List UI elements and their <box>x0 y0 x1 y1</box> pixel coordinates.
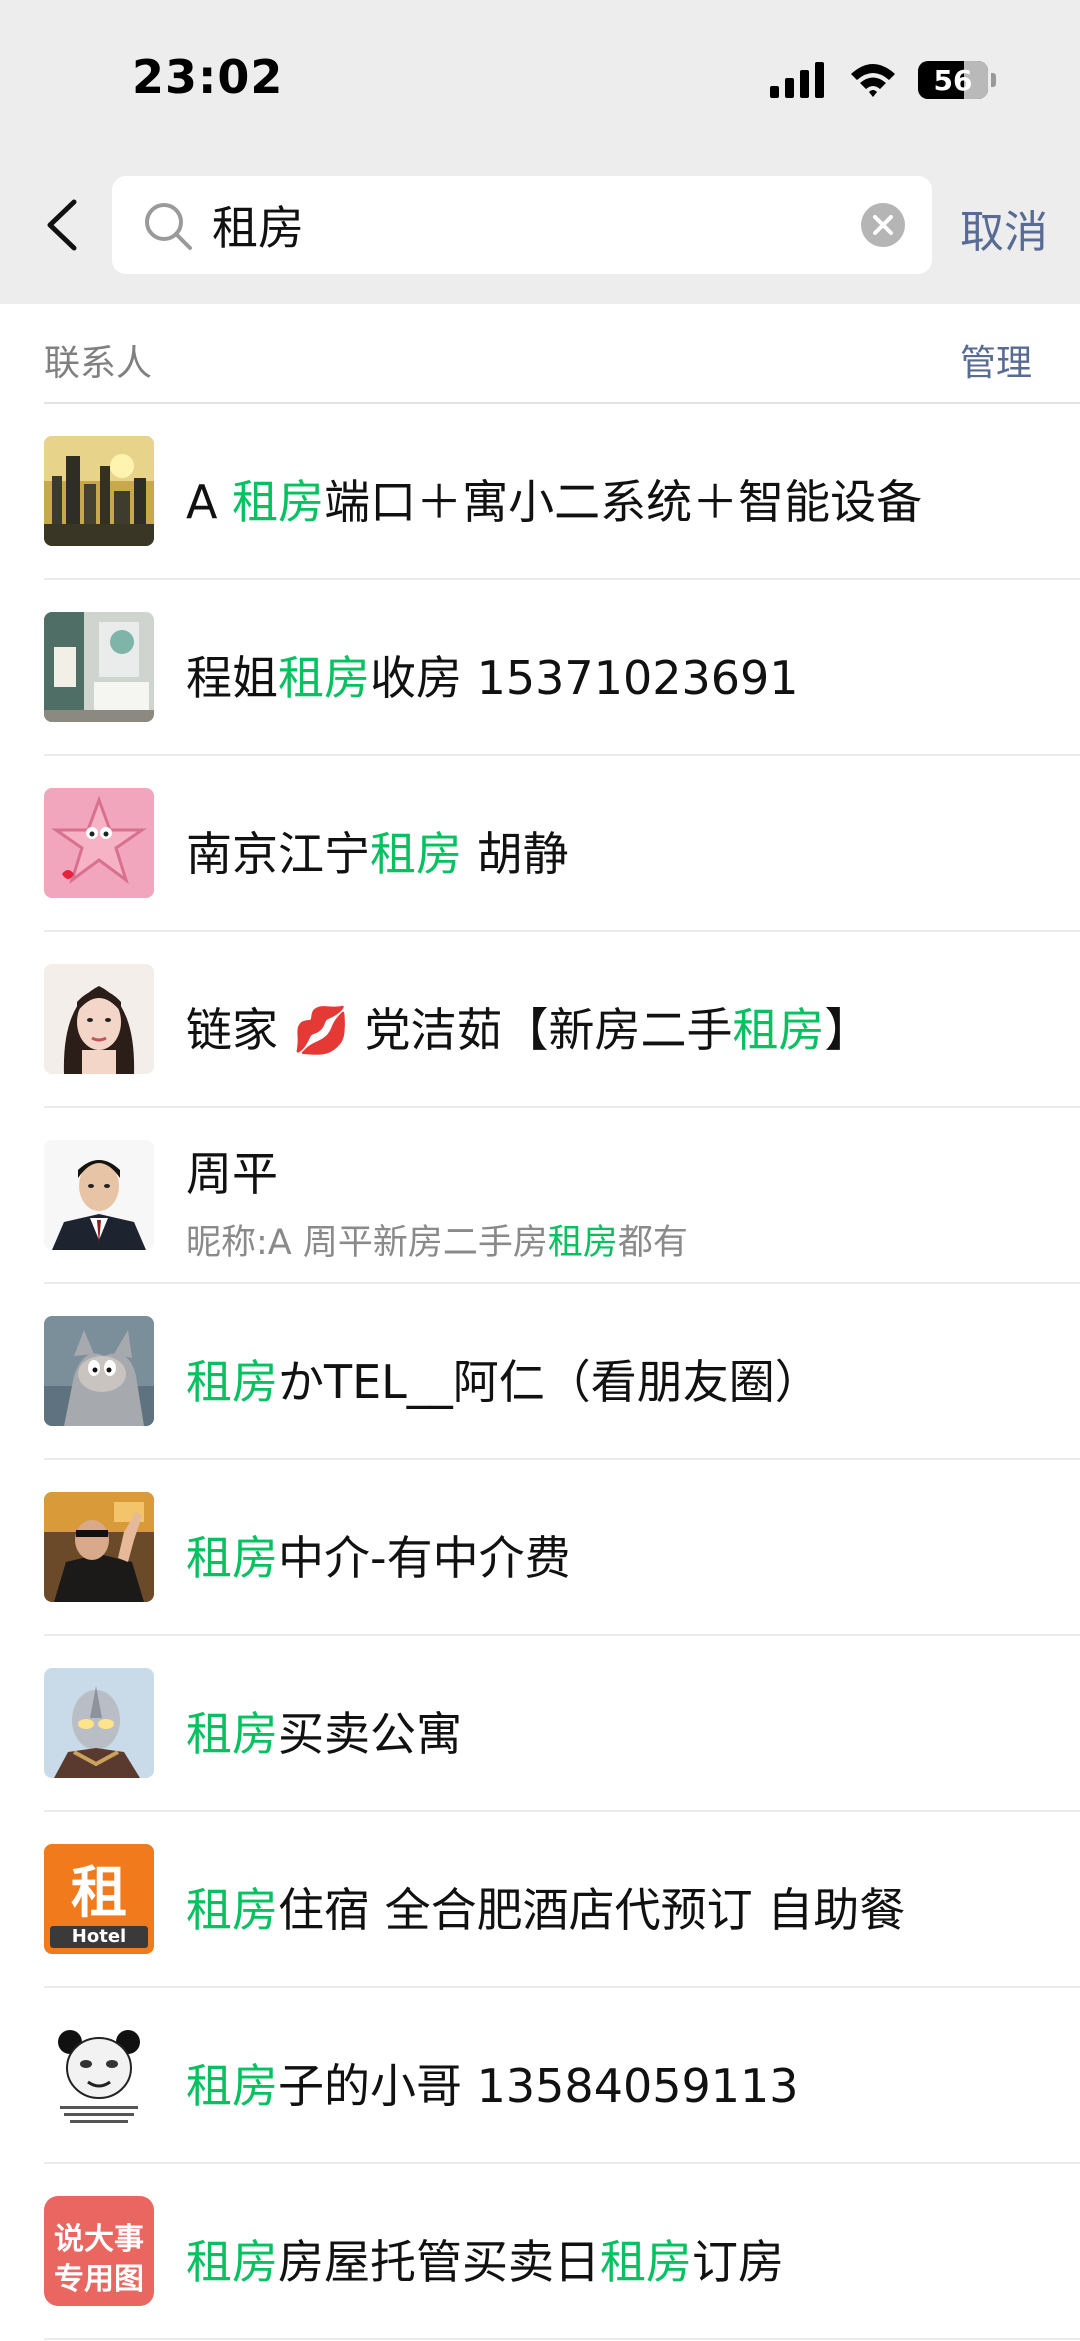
contact-name: 程姐租房收房 15371023691 <box>186 642 1066 708</box>
battery-level: 56 <box>933 63 973 97</box>
highlighted-keyword: 租房 <box>370 827 462 881</box>
name-text: 订房 <box>692 2235 784 2289</box>
name-text: 子的小哥 13584059113 <box>278 2059 799 2113</box>
highlighted-keyword: 租房 <box>732 1003 825 1057</box>
red-text-badge-avatar: 说大事 专用图 <box>44 2196 154 2306</box>
cellular-signal-icon <box>770 62 824 98</box>
avatar-text-line: 专用图 <box>54 2262 144 2297</box>
contact-list-item[interactable]: A 租房端口＋寓小二系统＋智能设备 <box>0 404 1080 580</box>
contact-list-item[interactable]: 租房子的小哥 13584059113 <box>0 1988 1080 2164</box>
cancel-button[interactable]: 取消 <box>960 196 1048 260</box>
name-text: 中介-有中介费 <box>278 1531 571 1585</box>
highlighted-keyword: 租房 <box>186 1355 278 1409</box>
contact-list-item[interactable]: 南京江宁租房 胡静 <box>0 756 1080 932</box>
name-text: 】 <box>824 1003 871 1057</box>
name-text: 程姐 <box>186 651 278 705</box>
top-area: 23:02 56 租房 取消 <box>0 0 1080 304</box>
highlighted-keyword: 租房 <box>232 475 325 529</box>
highlighted-keyword: 租房 <box>547 1223 618 1263</box>
name-text: 都有 <box>617 1223 688 1263</box>
name-text: 端口＋寓小二系统＋智能设备 <box>324 475 923 529</box>
name-text: 昵称:A 周平新房二手房 <box>186 1223 548 1263</box>
contact-list-item[interactable]: 租房かTEL__阿仁（看朋友圈） <box>0 1284 1080 1460</box>
name-text: 房屋托管买卖日 <box>278 2235 600 2289</box>
divider <box>44 2338 1080 2340</box>
highlighted-keyword: 租房 <box>186 1531 278 1585</box>
name-text: 南京江宁 <box>186 827 370 881</box>
contact-list-item[interactable]: 周平昵称:A 周平新房二手房租房都有 <box>0 1108 1080 1284</box>
contact-name: 链家 💋 党洁茹【新房二手租房】 <box>186 994 1066 1060</box>
contact-list-item[interactable]: 租房买卖公寓 <box>0 1636 1080 1812</box>
panda-meme-face-avatar <box>44 2020 154 2130</box>
name-text: 周平 <box>186 1147 278 1201</box>
search-input[interactable] <box>212 176 852 274</box>
city-skyline-photo-avatar <box>44 436 154 546</box>
search-row: 取消 <box>0 176 1080 276</box>
orange-hotel-sign-avatar: 租 Hotel <box>44 1844 154 1954</box>
status-bar: 23:02 56 <box>0 0 1080 160</box>
clear-icon[interactable] <box>860 202 906 248</box>
contact-name: 租房かTEL__阿仁（看朋友圈） <box>186 1346 1066 1412</box>
ultraman-figure-avatar <box>44 1668 154 1778</box>
contact-name: 周平 <box>186 1138 1066 1204</box>
wifi-icon <box>851 64 895 97</box>
contact-list-item[interactable]: 程姐租房收房 15371023691 <box>0 580 1080 756</box>
back-button[interactable] <box>36 190 96 260</box>
contact-list-item[interactable]: 链家 💋 党洁茹【新房二手租房】 <box>0 932 1080 1108</box>
battery-icon: 56 <box>918 61 988 99</box>
room-interior-photo-avatar <box>44 612 154 722</box>
avatar-char: 租 <box>71 1861 127 1926</box>
highlighted-keyword: 租房 <box>278 651 370 705</box>
highlighted-keyword: 租房 <box>186 1883 278 1937</box>
contact-list-item[interactable]: 租房中介-有中介费 <box>0 1460 1080 1636</box>
contact-name: 南京江宁租房 胡静 <box>186 818 1066 884</box>
name-text: かTEL__阿仁（看朋友圈） <box>278 1355 821 1409</box>
pink-cartoon-starfish-avatar <box>44 788 154 898</box>
name-text: 收房 15371023691 <box>370 651 799 705</box>
search-box[interactable] <box>112 176 932 274</box>
highlighted-keyword: 租房 <box>600 2235 692 2289</box>
avatar-sublabel: Hotel <box>50 1926 148 1948</box>
highlighted-keyword: 租房 <box>186 2059 278 2113</box>
cartoon-cat-tom-avatar <box>44 1316 154 1426</box>
contact-list: A 租房端口＋寓小二系统＋智能设备 程姐租房收房 15371023691 南京江宁租… <box>0 404 1080 2340</box>
name-text: 住宿 全合肥酒店代预订 自助餐 <box>278 1883 906 1937</box>
contact-list-item[interactable]: 租 Hotel 租房住宿 全合肥酒店代预订 自助餐 <box>0 1812 1080 1988</box>
name-text: 买卖公寓 <box>278 1707 462 1761</box>
man-waving-photo-avatar <box>44 1492 154 1602</box>
contact-name: 租房房屋托管买卖日租房订房 <box>186 2226 1066 2292</box>
name-text: 胡静 <box>462 827 569 881</box>
section-header: 联系人 管理 <box>44 304 1080 404</box>
status-time: 23:02 <box>132 50 284 104</box>
manage-button[interactable]: 管理 <box>960 334 1032 386</box>
contact-name: 租房中介-有中介费 <box>186 1522 1066 1588</box>
avatar-text-line: 说大事 <box>54 2222 144 2257</box>
contact-nickname: 昵称:A 周平新房二手房租房都有 <box>186 1214 688 1265</box>
highlighted-keyword: 租房 <box>186 1707 278 1761</box>
contact-name: 租房子的小哥 13584059113 <box>186 2050 1066 2116</box>
contact-list-item[interactable]: 说大事 专用图 租房房屋托管买卖日租房订房 <box>0 2164 1080 2340</box>
highlighted-keyword: 租房 <box>186 2235 278 2289</box>
name-text: 链家 💋 党洁茹【新房二手 <box>186 1003 733 1057</box>
chevron-left-icon <box>47 199 77 251</box>
name-text: A <box>186 475 233 529</box>
status-icons: 56 <box>770 56 996 104</box>
man-suit-portrait-avatar <box>44 1140 154 1250</box>
search-icon <box>145 203 192 250</box>
contact-name: 租房住宿 全合肥酒店代预订 自助餐 <box>186 1874 1066 1940</box>
woman-portrait-photo-avatar <box>44 964 154 1074</box>
section-title: 联系人 <box>44 343 153 384</box>
contact-name: A 租房端口＋寓小二系统＋智能设备 <box>186 466 1066 532</box>
contact-name: 租房买卖公寓 <box>186 1698 1066 1764</box>
